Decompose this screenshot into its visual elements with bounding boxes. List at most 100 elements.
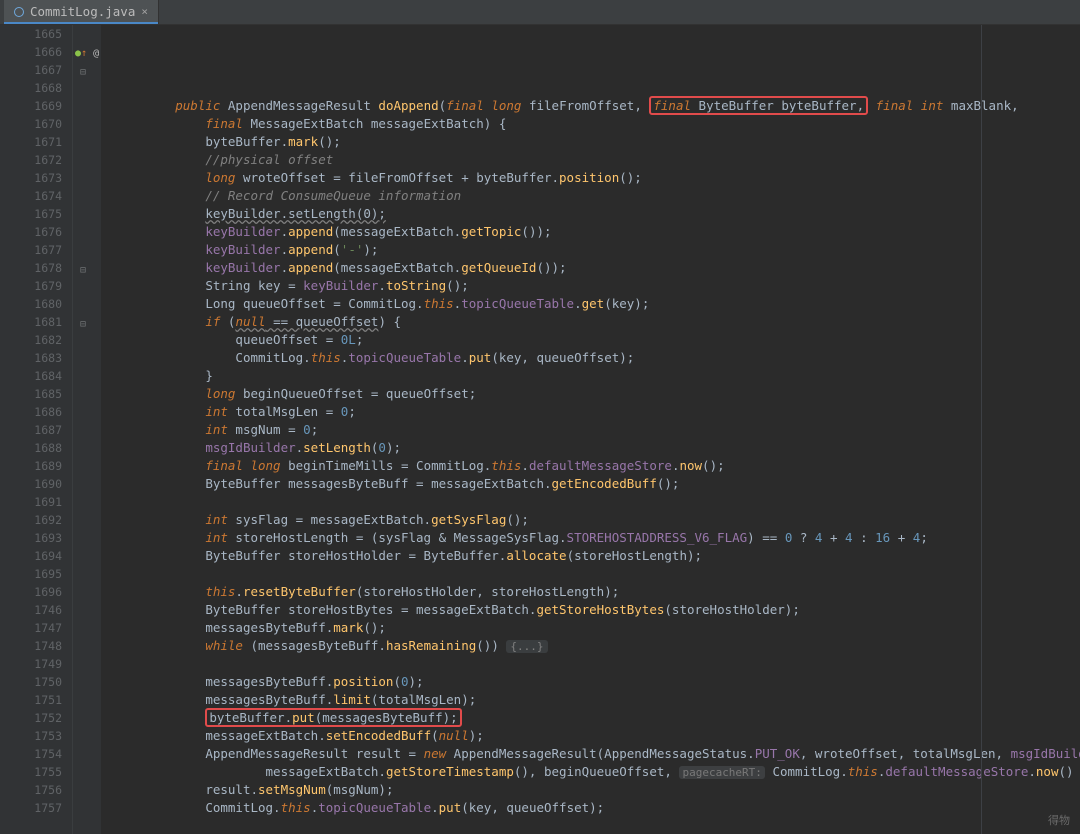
fold-toggle-icon[interactable]: ⊟: [80, 262, 86, 280]
line-number[interactable]: 1677: [0, 241, 62, 259]
code-line[interactable]: int storeHostLength = (sysFlag & Message…: [115, 529, 1080, 547]
line-number[interactable]: 1671: [0, 133, 62, 151]
code-line[interactable]: if (null == queueOffset) {: [115, 313, 1080, 331]
watermark: 得物: [1048, 812, 1070, 830]
code-line[interactable]: [115, 817, 1080, 834]
code-line[interactable]: [115, 79, 1080, 97]
gutter-icon-strip[interactable]: ●↑ @⊟⊟⊟: [73, 25, 101, 834]
line-number[interactable]: 1750: [0, 673, 62, 691]
line-number[interactable]: 1666: [0, 43, 62, 61]
code-line[interactable]: while (messagesByteBuff.hasRemaining()) …: [115, 637, 1080, 655]
folded-region[interactable]: {...}: [506, 640, 547, 653]
line-number[interactable]: 1686: [0, 403, 62, 421]
line-number[interactable]: 1751: [0, 691, 62, 709]
line-number[interactable]: 1747: [0, 619, 62, 637]
code-line[interactable]: int totalMsgLen = 0;: [115, 403, 1080, 421]
fold-toggle-icon[interactable]: ⊟: [80, 64, 86, 82]
code-line[interactable]: ByteBuffer storeHostHolder = ByteBuffer.…: [115, 547, 1080, 565]
code-line[interactable]: ByteBuffer storeHostBytes = messageExtBa…: [115, 601, 1080, 619]
code-line[interactable]: int msgNum = 0;: [115, 421, 1080, 439]
code-line[interactable]: final MessageExtBatch messageExtBatch) {: [115, 115, 1080, 133]
line-number[interactable]: 1672: [0, 151, 62, 169]
code-line[interactable]: byteBuffer.mark();: [115, 133, 1080, 151]
code-line[interactable]: [115, 565, 1080, 583]
line-number-gutter[interactable]: 1665166616671668166916701671167216731674…: [0, 25, 73, 834]
line-number[interactable]: 1689: [0, 457, 62, 475]
line-number[interactable]: 1667: [0, 61, 62, 79]
line-number[interactable]: 1665: [0, 25, 62, 43]
code-line[interactable]: int sysFlag = messageExtBatch.getSysFlag…: [115, 511, 1080, 529]
code-line[interactable]: [115, 655, 1080, 673]
line-number[interactable]: 1695: [0, 565, 62, 583]
line-number[interactable]: 1690: [0, 475, 62, 493]
line-number[interactable]: 1678: [0, 259, 62, 277]
code-area[interactable]: public AppendMessageResult doAppend(fina…: [101, 25, 1080, 834]
code-line[interactable]: public AppendMessageResult doAppend(fina…: [115, 97, 1080, 115]
line-number[interactable]: 1670: [0, 115, 62, 133]
line-number[interactable]: 1693: [0, 529, 62, 547]
line-number[interactable]: 1683: [0, 349, 62, 367]
line-number[interactable]: 1681: [0, 313, 62, 331]
code-line[interactable]: result.setMsgNum(msgNum);: [115, 781, 1080, 799]
line-number[interactable]: 1694: [0, 547, 62, 565]
override-gutter-icon[interactable]: ●↑ @: [75, 45, 99, 63]
close-icon[interactable]: ×: [141, 3, 148, 21]
code-line[interactable]: keyBuilder.setLength(0);: [115, 205, 1080, 223]
code-line[interactable]: this.resetByteBuffer(storeHostHolder, st…: [115, 583, 1080, 601]
line-number[interactable]: 1755: [0, 763, 62, 781]
line-number[interactable]: 1754: [0, 745, 62, 763]
fold-toggle-icon[interactable]: ⊟: [80, 316, 86, 334]
line-number[interactable]: 1688: [0, 439, 62, 457]
code-line[interactable]: //physical offset: [115, 151, 1080, 169]
line-number[interactable]: 1687: [0, 421, 62, 439]
code-line[interactable]: msgIdBuilder.setLength(0);: [115, 439, 1080, 457]
code-line[interactable]: long beginQueueOffset = queueOffset;: [115, 385, 1080, 403]
line-number[interactable]: 1685: [0, 385, 62, 403]
line-number[interactable]: 1682: [0, 331, 62, 349]
code-line[interactable]: messageExtBatch.setEncodedBuff(null);: [115, 727, 1080, 745]
code-line[interactable]: CommitLog.this.topicQueueTable.put(key, …: [115, 799, 1080, 817]
line-number[interactable]: 1675: [0, 205, 62, 223]
line-number[interactable]: 1753: [0, 727, 62, 745]
code-line[interactable]: [115, 493, 1080, 511]
right-margin-guide: [981, 25, 982, 834]
code-line[interactable]: long wroteOffset = fileFromOffset + byte…: [115, 169, 1080, 187]
line-number[interactable]: 1746: [0, 601, 62, 619]
line-number[interactable]: 1756: [0, 781, 62, 799]
code-line[interactable]: messagesByteBuff.mark();: [115, 619, 1080, 637]
code-line[interactable]: keyBuilder.append(messageExtBatch.getTop…: [115, 223, 1080, 241]
line-number[interactable]: 1673: [0, 169, 62, 187]
line-number[interactable]: 1696: [0, 583, 62, 601]
code-line[interactable]: byteBuffer.put(messagesByteBuff);: [115, 709, 1080, 727]
highlight-box: final ByteBuffer byteBuffer,: [649, 96, 868, 115]
line-number[interactable]: 1749: [0, 655, 62, 673]
line-number[interactable]: 1668: [0, 79, 62, 97]
code-line[interactable]: keyBuilder.append('-');: [115, 241, 1080, 259]
line-number[interactable]: 1752: [0, 709, 62, 727]
code-line[interactable]: Long queueOffset = CommitLog.this.topicQ…: [115, 295, 1080, 313]
code-line[interactable]: messageExtBatch.getStoreTimestamp(), beg…: [115, 763, 1080, 781]
code-line[interactable]: String key = keyBuilder.toString();: [115, 277, 1080, 295]
code-line[interactable]: AppendMessageResult result = new AppendM…: [115, 745, 1080, 763]
file-tab[interactable]: CommitLog.java ×: [4, 0, 159, 24]
code-line[interactable]: // Record ConsumeQueue information: [115, 187, 1080, 205]
code-line[interactable]: CommitLog.this.topicQueueTable.put(key, …: [115, 349, 1080, 367]
code-line[interactable]: queueOffset = 0L;: [115, 331, 1080, 349]
line-number[interactable]: 1676: [0, 223, 62, 241]
line-number[interactable]: 1669: [0, 97, 62, 115]
line-number[interactable]: 1679: [0, 277, 62, 295]
line-number[interactable]: 1748: [0, 637, 62, 655]
line-number[interactable]: 1680: [0, 295, 62, 313]
code-line[interactable]: }: [115, 367, 1080, 385]
editor-frame: CommitLog.java × 16651666166716681669167…: [0, 0, 1080, 834]
code-line[interactable]: messagesByteBuff.position(0);: [115, 673, 1080, 691]
code-line[interactable]: final long beginTimeMills = CommitLog.th…: [115, 457, 1080, 475]
code-line[interactable]: messagesByteBuff.limit(totalMsgLen);: [115, 691, 1080, 709]
line-number[interactable]: 1757: [0, 799, 62, 817]
line-number[interactable]: 1674: [0, 187, 62, 205]
code-line[interactable]: ByteBuffer messagesByteBuff = messageExt…: [115, 475, 1080, 493]
line-number[interactable]: 1684: [0, 367, 62, 385]
code-line[interactable]: keyBuilder.append(messageExtBatch.getQue…: [115, 259, 1080, 277]
line-number[interactable]: 1691: [0, 493, 62, 511]
line-number[interactable]: 1692: [0, 511, 62, 529]
